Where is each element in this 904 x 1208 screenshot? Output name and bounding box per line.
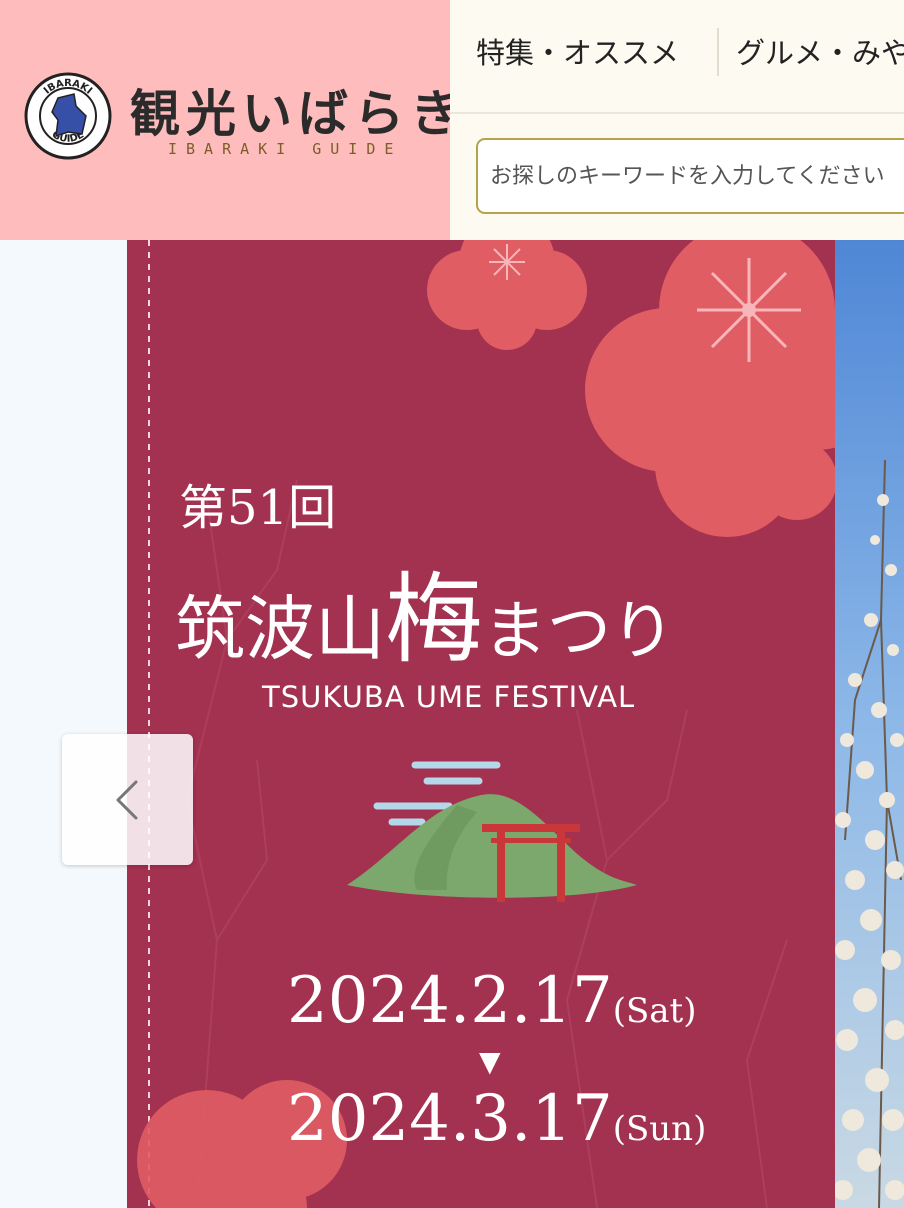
carousel-prev-button[interactable] — [62, 734, 193, 865]
search-input[interactable] — [490, 140, 904, 212]
festival-edition: 第51回 — [179, 480, 337, 536]
nav-divider — [717, 28, 719, 76]
global-nav: 特集・オススメ グルメ・みや — [450, 0, 904, 114]
nav-item-gourmet[interactable]: グルメ・みや — [736, 30, 904, 72]
end-date-day: (Sun) — [612, 1109, 707, 1149]
festival-title-main: 筑波山 — [175, 588, 385, 670]
search-box — [476, 138, 904, 214]
chevron-left-icon — [116, 780, 138, 820]
site-header-logo[interactable]: IBARAKI GUIDE 観光いばらき IBARAKI GUIDE — [0, 0, 460, 240]
next-slide-peek[interactable] — [835, 240, 904, 1208]
hero-carousel: 第51回 筑波山梅まつり TSUKUBA UME FESTIVAL 2024.2… — [0, 240, 904, 1208]
festival-end-date: 2024.3.17(Sun) — [287, 1082, 706, 1156]
ibaraki-emblem-icon: IBARAKI GUIDE — [24, 72, 112, 160]
festival-subtitle: TSUKUBA UME FESTIVAL — [262, 680, 636, 714]
site-logo-subtitle: IBARAKI GUIDE — [168, 140, 403, 158]
header-right: 特集・オススメ グルメ・みや — [450, 0, 904, 240]
plum-blossom-photo — [835, 240, 904, 1208]
festival-banner-slide[interactable]: 第51回 筑波山梅まつり TSUKUBA UME FESTIVAL 2024.2… — [127, 240, 835, 1208]
site-logo-title: 観光いばらき — [130, 85, 466, 143]
festival-title-ume: 梅 — [385, 563, 484, 677]
start-date-day: (Sat) — [612, 991, 697, 1031]
date-arrow-icon: ▼ — [479, 1045, 501, 1078]
festival-title: 筑波山梅まつり — [175, 540, 675, 682]
nav-item-feature[interactable]: 特集・オススメ — [476, 30, 679, 72]
start-date-value: 2024.2.17 — [287, 964, 613, 1038]
festival-start-date: 2024.2.17(Sat) — [287, 964, 696, 1038]
festival-title-kana: まつり — [483, 595, 676, 669]
end-date-value: 2024.3.17 — [287, 1082, 613, 1156]
